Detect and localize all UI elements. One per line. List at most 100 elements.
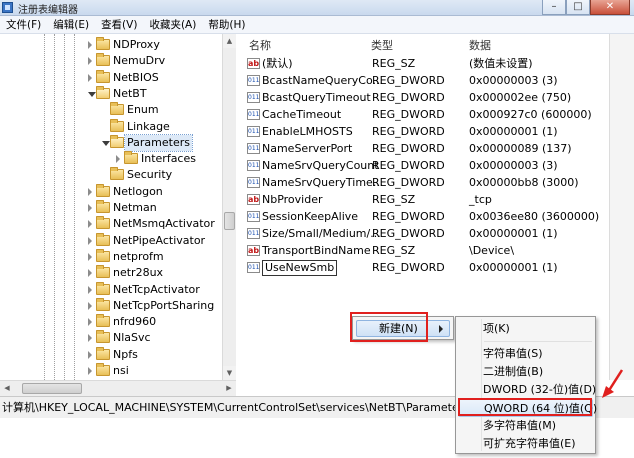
menu-separator — [484, 341, 592, 342]
value-type: REG_DWORD — [372, 91, 445, 104]
expand-arrow-icon[interactable] — [88, 252, 92, 261]
value-name: SessionKeepAlive — [262, 210, 359, 223]
value-row[interactable]: 011 NameSrvQueryTime... REG_DWORD 0x00000bb… — [241, 174, 621, 191]
expand-arrow-icon[interactable] — [88, 41, 92, 49]
expand-arrow-icon[interactable] — [88, 301, 92, 310]
registry-key-tree[interactable]: NDProxy NemuDrv NetBIOS NetBT Enum Linkage Par… — [0, 34, 236, 396]
value-row[interactable]: 011 SessionKeepAlive REG_DWORD 0x0036ee80 (… — [241, 208, 621, 225]
column-header-data[interactable]: 数据 — [469, 38, 491, 54]
folder-icon — [96, 200, 110, 213]
submenu-item-string-value[interactable]: 字符串值(S) — [458, 345, 593, 363]
menu-favorites[interactable]: 收藏夹(A) — [143, 16, 202, 33]
column-header-name[interactable]: 名称 — [249, 38, 271, 54]
submenu-item-multi-string-value[interactable]: 多字符串值(M) — [458, 417, 593, 435]
tree-item-label: Netman — [113, 201, 157, 214]
value-row[interactable]: ab TransportBindName REG_SZ \Device\ — [241, 242, 621, 259]
expand-arrow-icon[interactable] — [88, 57, 92, 66]
scroll-down-arrow-icon[interactable]: ▼ — [223, 366, 236, 380]
expand-arrow-icon[interactable] — [88, 220, 92, 229]
value-row[interactable]: 011 CacheTimeout REG_DWORD 0x000927c0 (6000… — [241, 106, 621, 123]
tree-item-label: Enum — [127, 103, 159, 117]
scroll-thumb[interactable] — [224, 212, 235, 230]
submenu-item-label: DWORD (32-位)值(D) — [483, 383, 597, 396]
collapse-arrow-icon[interactable] — [102, 140, 110, 146]
submenu-item-expandable-string-value[interactable]: 可扩充字符串值(E) — [458, 435, 593, 453]
menu-view[interactable]: 查看(V) — [95, 16, 143, 33]
value-name-edit-field[interactable]: UseNewSmb — [262, 260, 338, 276]
submenu-item-key[interactable]: 项(K) — [458, 320, 593, 338]
expand-arrow-icon[interactable] — [116, 155, 120, 164]
scroll-up-arrow-icon[interactable]: ▲ — [223, 34, 236, 48]
folder-icon — [96, 346, 110, 360]
tree-item-label: Security — [127, 168, 173, 182]
value-row[interactable]: ab (默认) REG_SZ (数值未设置) — [241, 55, 621, 72]
tree-guide-line — [74, 34, 75, 396]
column-header-type[interactable]: 类型 — [371, 38, 393, 54]
tree-item-label: NlaSvc — [113, 331, 151, 345]
value-row[interactable]: 011 NameServerPort REG_DWORD 0x00000089 (13… — [241, 140, 621, 157]
close-button[interactable]: ✕ — [590, 0, 630, 15]
tree-item-label: nsi — [113, 364, 129, 377]
value-name: TransportBindName — [262, 244, 371, 257]
values-scrollbar[interactable] — [609, 34, 634, 380]
tree-vertical-scrollbar[interactable]: ▲ ▼ — [222, 34, 236, 380]
minimize-button[interactable]: – — [542, 0, 566, 15]
binary-value-icon: 011 — [247, 126, 260, 137]
expand-arrow-icon[interactable] — [88, 334, 92, 343]
value-row[interactable]: 011 NameSrvQueryCount REG_DWORD 0x00000003 … — [241, 157, 621, 174]
string-value-icon: ab — [247, 245, 260, 256]
tree-item-label: NetTcpActivator — [113, 282, 200, 296]
value-type: REG_SZ — [372, 57, 416, 70]
menu-edit[interactable]: 编辑(E) — [47, 16, 95, 33]
value-data: 0x0036ee80 (3600000) — [469, 210, 600, 223]
value-row[interactable]: 011 BcastNameQueryCo... REG_DWORD 0x0000000… — [241, 72, 621, 89]
maximize-button[interactable]: □ — [566, 0, 590, 15]
expand-arrow-icon[interactable] — [88, 285, 92, 294]
tree-item-label: NetMsmqActivator — [113, 217, 215, 231]
binary-value-icon: 011 — [247, 262, 260, 273]
value-row[interactable]: 011 EnableLMHOSTS REG_DWORD 0x00000001 (1) — [241, 123, 621, 140]
submenu-item-binary-value[interactable]: 二进制值(B) — [458, 363, 593, 381]
expand-arrow-icon[interactable] — [88, 318, 92, 327]
scroll-right-arrow-icon[interactable]: ▶ — [222, 381, 236, 396]
submenu-item-dword-value[interactable]: DWORD (32-位)值(D) — [458, 381, 597, 399]
value-row[interactable]: 011 Size/Small/Medium/... REG_DWORD 0x00000… — [241, 225, 621, 242]
value-row[interactable]: ab NbProvider REG_SZ _tcp — [241, 191, 621, 208]
expand-arrow-icon[interactable] — [88, 236, 92, 245]
value-data: 0x00000001 (1) — [469, 125, 558, 138]
expand-arrow-icon[interactable] — [88, 73, 92, 82]
highlight-box-new — [350, 312, 428, 342]
value-data: \Device\ — [469, 244, 515, 257]
expand-arrow-icon[interactable] — [88, 269, 92, 278]
expand-arrow-icon[interactable] — [88, 350, 92, 359]
folder-icon — [96, 314, 110, 328]
value-name: NbProvider — [262, 193, 323, 206]
binary-value-icon: 011 — [247, 177, 260, 188]
window-controls: – □ ✕ — [542, 0, 630, 15]
value-name: NameSrvQueryTime... — [262, 176, 384, 189]
tree-horizontal-scrollbar[interactable]: ◀ ▶ — [0, 380, 236, 396]
value-type: REG_DWORD — [372, 142, 445, 155]
value-row[interactable]: 011 UseNewSmb REG_DWORD 0x00000001 (1) — [241, 259, 621, 276]
value-name: (默认) — [262, 57, 293, 70]
tree-item-label: Interfaces — [141, 152, 196, 166]
tree-item-label: Netlogon — [113, 184, 163, 198]
value-data: 0x00000bb8 (3000) — [469, 176, 579, 189]
scroll-left-arrow-icon[interactable]: ◀ — [0, 381, 14, 396]
binary-value-icon: 011 — [247, 143, 260, 154]
value-data: 0x000927c0 (600000) — [469, 108, 592, 121]
menu-file[interactable]: 文件(F) — [0, 16, 47, 33]
expand-arrow-icon[interactable] — [88, 204, 92, 212]
binary-value-icon: 011 — [247, 160, 260, 171]
menu-help[interactable]: 帮助(H) — [202, 16, 251, 33]
expand-arrow-icon[interactable] — [88, 187, 92, 196]
binary-value-icon: 011 — [247, 211, 260, 222]
expand-arrow-icon[interactable] — [88, 367, 92, 375]
tree-item-label: netprofm — [113, 249, 164, 263]
folder-icon — [96, 248, 110, 262]
window-title: 注册表编辑器 — [18, 5, 78, 16]
collapse-arrow-icon[interactable] — [88, 91, 96, 97]
title-bar: 注册表编辑器 – □ ✕ — [0, 0, 634, 16]
scroll-thumb[interactable] — [22, 383, 82, 394]
value-row[interactable]: 011 BcastQueryTimeout REG_DWORD 0x000002ee … — [241, 89, 621, 106]
